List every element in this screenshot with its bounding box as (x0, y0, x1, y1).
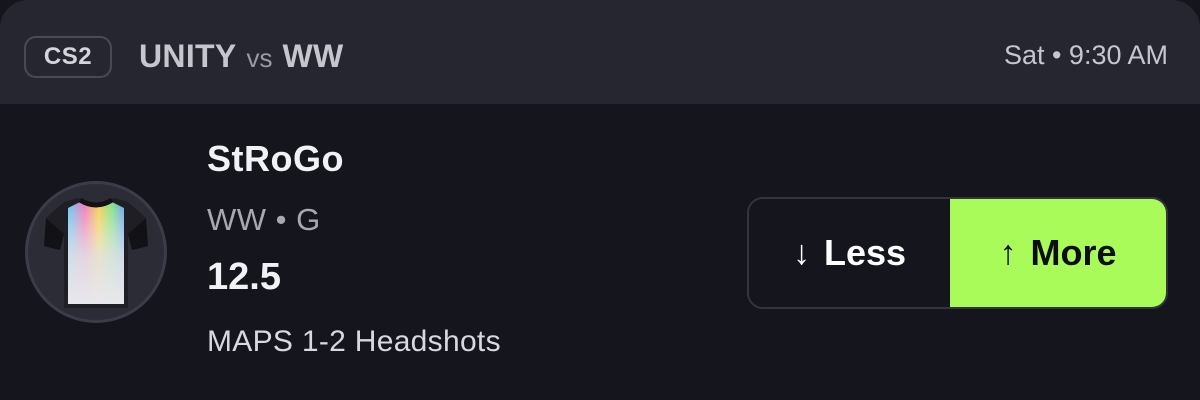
match-header: CS2 UNITY vs WW Sat • 9:30 AM (0, 0, 1200, 104)
vs-label: vs (246, 43, 273, 73)
more-label: More (1030, 232, 1117, 273)
more-button[interactable]: ↑ More (950, 199, 1166, 307)
matchup: UNITY vs WW (139, 38, 344, 82)
player-team-position: WW • G (207, 202, 321, 237)
jersey-icon (44, 197, 148, 308)
player-name: StRoGo (207, 138, 344, 179)
prop-stat: MAPS 1-2 Headshots (207, 325, 501, 358)
arrow-down-icon: ↓ (792, 233, 810, 272)
arrow-up-icon: ↑ (999, 233, 1017, 272)
home-team: UNITY (139, 38, 237, 74)
match-time: Sat • 9:30 AM (1003, 40, 1168, 70)
player-avatar (25, 181, 167, 323)
game-badge: CS2 (24, 36, 112, 78)
less-button[interactable]: ↓ Less (749, 199, 950, 307)
prop-card: CS2 UNITY vs WW Sat • 9:30 AM StRoGo WW … (0, 0, 1200, 400)
away-team: WW (282, 38, 344, 74)
less-label: Less (823, 232, 907, 273)
prop-line: 12.5 (207, 256, 281, 298)
pick-toggle: ↓ Less ↑ More (747, 197, 1168, 309)
